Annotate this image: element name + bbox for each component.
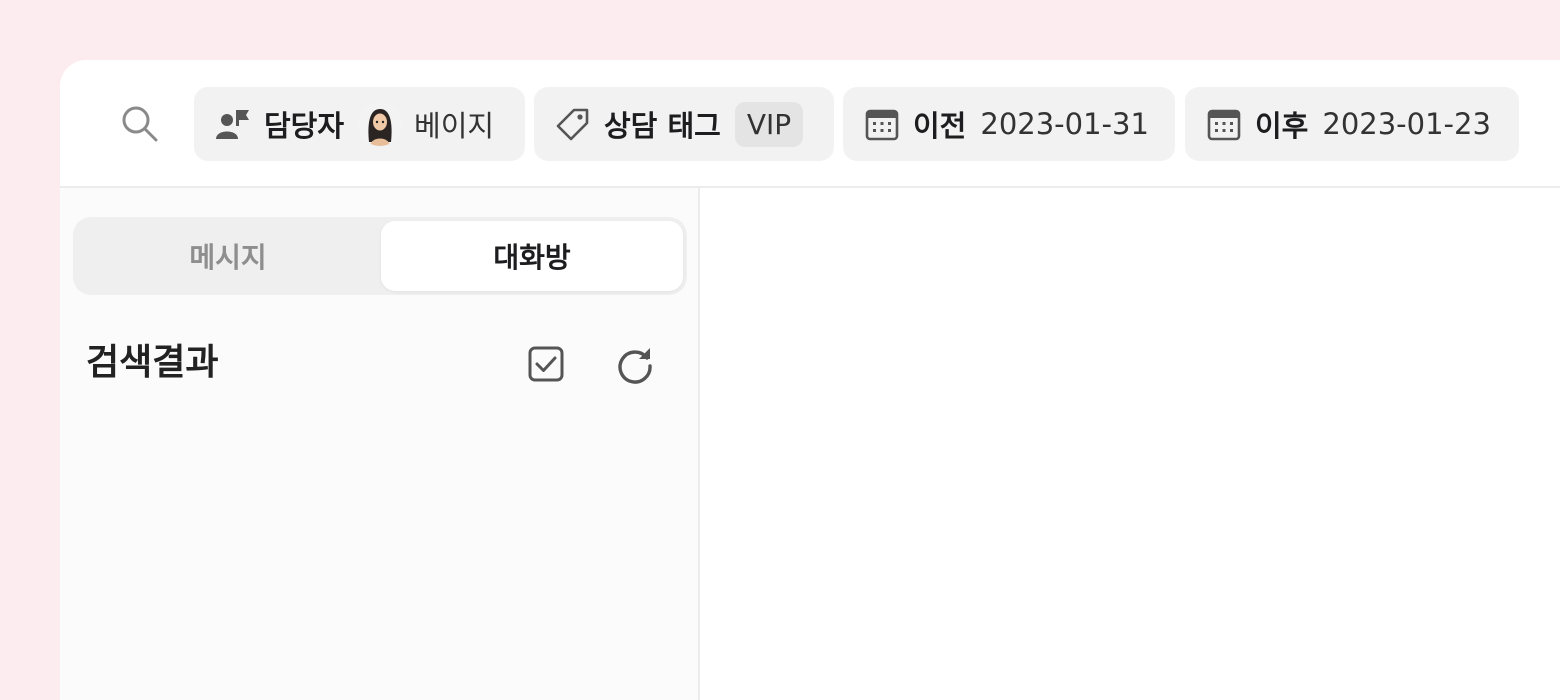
assignee-value: 베이지 — [414, 109, 495, 143]
tag-value-badge: VIP — [734, 101, 804, 147]
calendar-icon — [1207, 109, 1241, 141]
results-title: 검색결과 — [86, 342, 219, 383]
assignee-label: 담당자 — [264, 109, 345, 143]
checkbox-select-icon[interactable] — [524, 342, 568, 386]
search-filter-bar: 담당자 베이지 상담 태그 VIP 이전 2023-01-31 이후 2023-… — [60, 60, 1560, 188]
calendar-icon — [865, 109, 899, 141]
tag-label: 상담 태그 — [604, 109, 721, 143]
results-sidebar: 메시지 대화방 검색결과 — [60, 188, 700, 700]
before-date-label: 이전 — [913, 109, 967, 143]
conversation-content-area — [700, 188, 1560, 700]
before-date-filter-chip[interactable]: 이전 2023-01-31 — [843, 87, 1175, 161]
tag-filter-chip[interactable]: 상담 태그 VIP — [534, 87, 834, 161]
tag-icon — [556, 108, 589, 141]
search-icon[interactable] — [120, 104, 160, 144]
app-window: 담당자 베이지 상담 태그 VIP 이전 2023-01-31 이후 2023-… — [60, 60, 1560, 700]
tab-messages[interactable]: 메시지 — [77, 221, 379, 291]
after-date-label: 이후 — [1255, 109, 1309, 143]
before-date-value: 2023-01-31 — [980, 107, 1149, 141]
tab-rooms[interactable]: 대화방 — [381, 221, 683, 291]
user-avatar — [358, 102, 403, 146]
assignee-filter-chip[interactable]: 담당자 베이지 — [194, 87, 525, 161]
after-date-value: 2023-01-23 — [1322, 107, 1491, 141]
person-flag-icon — [216, 110, 249, 139]
result-type-segmented-control: 메시지 대화방 — [73, 217, 687, 295]
refresh-icon[interactable] — [613, 342, 657, 386]
after-date-filter-chip[interactable]: 이후 2023-01-23 — [1185, 87, 1519, 161]
